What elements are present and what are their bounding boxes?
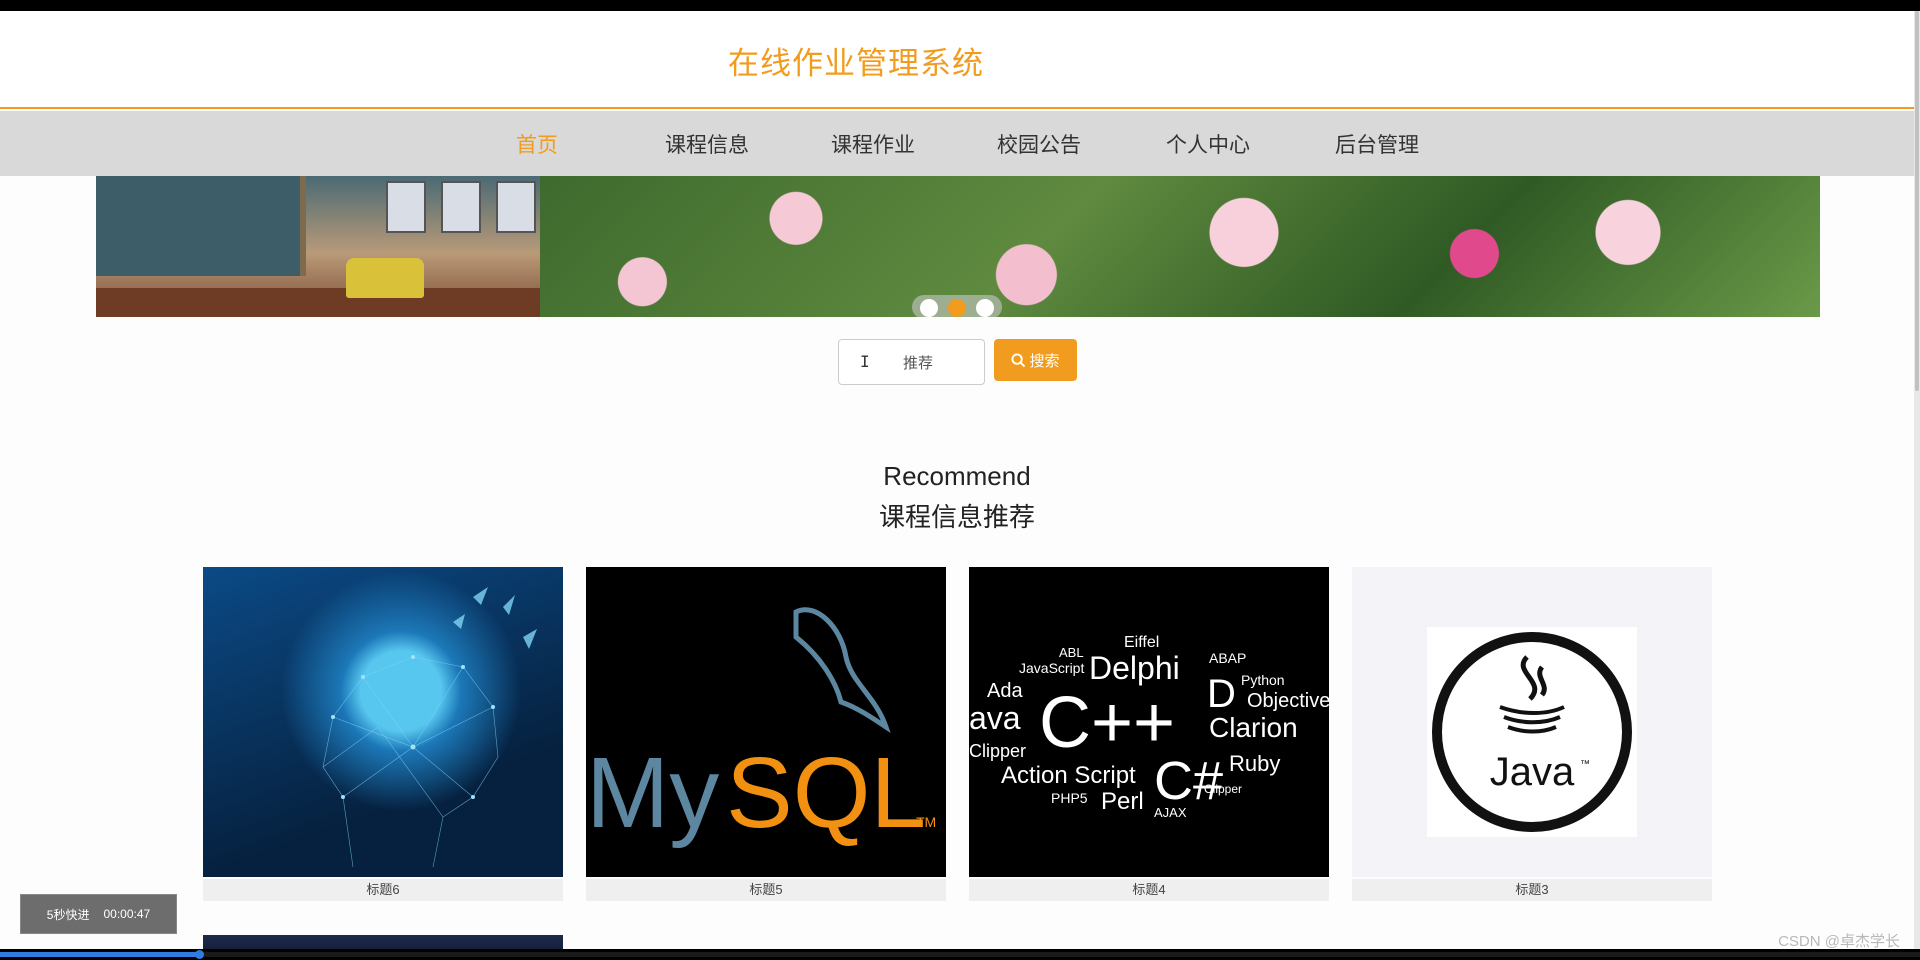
- banner-carousel[interactable]: [96, 176, 1820, 317]
- mysql-tm-text: TM: [916, 814, 936, 830]
- lang-word: ava: [969, 700, 1021, 736]
- lang-word: Clipper: [969, 741, 1026, 761]
- lang-word: Perl: [1101, 788, 1144, 815]
- lang-word: Clipper: [1204, 782, 1242, 796]
- course-card[interactable]: My SQL TM 标题5: [586, 567, 946, 913]
- lang-word: C#: [1154, 751, 1223, 811]
- lang-word: Delphi: [1089, 650, 1180, 686]
- nav-item-course-homework[interactable]: 课程作业: [831, 129, 915, 159]
- fast-forward-label[interactable]: 5秒快进: [47, 906, 90, 923]
- lang-word: Ruby: [1229, 751, 1280, 776]
- card-caption: 标题4: [969, 879, 1329, 901]
- progress-handle[interactable]: [194, 950, 204, 959]
- java-logo-image: Java ™: [1352, 567, 1712, 877]
- lang-word: Action Script: [1001, 762, 1136, 789]
- mysql-logo-image: My SQL TM: [586, 567, 946, 877]
- nav-item-personal-center[interactable]: 个人中心: [1166, 129, 1250, 159]
- scrollbar-thumb[interactable]: [1915, 11, 1919, 391]
- course-card[interactable]: Java ™ 标题3: [1352, 567, 1712, 913]
- card-caption: 标题6: [203, 879, 563, 901]
- course-card[interactable]: Eiffel ABL JavaScript Delphi ABAP Python…: [969, 567, 1329, 913]
- lang-word: ABAP: [1209, 650, 1246, 666]
- carousel-dot-1[interactable]: [920, 299, 938, 317]
- banner-peony-image: [540, 176, 1820, 317]
- lang-word: D: [1207, 672, 1236, 716]
- lang-word: Python: [1241, 672, 1285, 688]
- page-scrollbar[interactable]: [1914, 11, 1920, 949]
- page: 在线作业管理系统 首页 课程信息 课程作业 校园公告 个人中心 后台管理 I 搜…: [0, 11, 1914, 949]
- lang-word: Eiffel: [1124, 634, 1159, 651]
- mysql-my-text: My: [586, 737, 719, 849]
- mysql-sql-text: SQL: [726, 737, 926, 849]
- banner-classroom-image: [96, 176, 540, 317]
- video-progress-bar[interactable]: [0, 950, 1920, 959]
- main-nav: 首页 课程信息 课程作业 校园公告 个人中心 后台管理: [0, 111, 1914, 176]
- search-button-label: 搜索: [1029, 352, 1060, 370]
- watermark: CSDN @卓杰学长: [1778, 933, 1900, 950]
- progress-fill: [0, 952, 200, 957]
- card-caption: 标题3: [1352, 879, 1712, 901]
- search-button[interactable]: 搜索: [994, 339, 1077, 381]
- lang-word: Clarion: [1209, 712, 1298, 743]
- lang-word: Ada: [987, 680, 1023, 702]
- programming-languages-wordcloud-image: Eiffel ABL JavaScript Delphi ABAP Python…: [969, 567, 1329, 877]
- carousel-dot-2[interactable]: [948, 299, 966, 317]
- java-logo-text: Java: [1490, 750, 1575, 794]
- lang-word: Objective: [1247, 690, 1329, 712]
- lang-word: PHP5: [1051, 790, 1088, 806]
- section-title-en: Recommend: [883, 461, 1031, 491]
- lang-word: ABL: [1059, 645, 1084, 660]
- playback-time: 00:00:47: [103, 907, 151, 921]
- player-overlay: 5秒快进 00:00:47: [20, 894, 177, 934]
- site-title: 在线作业管理系统: [728, 46, 984, 81]
- carousel-dot-3[interactable]: [976, 299, 994, 317]
- brain-network-image: [203, 567, 563, 877]
- lang-word: JavaScript: [1019, 660, 1084, 676]
- next-card-image-partial: [203, 935, 563, 949]
- nav-item-course-info[interactable]: 课程信息: [665, 129, 749, 159]
- carousel-indicators: [912, 295, 1002, 317]
- card-caption: 标题5: [586, 879, 946, 901]
- nav-item-admin[interactable]: 后台管理: [1335, 129, 1419, 159]
- course-card[interactable]: 标题6: [203, 567, 563, 913]
- nav-item-home[interactable]: 首页: [516, 129, 558, 159]
- lang-word: AJAX: [1154, 805, 1187, 820]
- site-header: 在线作业管理系统: [0, 11, 1914, 109]
- java-tm-text: ™: [1580, 759, 1590, 770]
- text-cursor-icon: I: [860, 352, 870, 371]
- section-title-cn: 课程信息推荐: [878, 502, 1035, 532]
- nav-item-campus-notice[interactable]: 校园公告: [997, 129, 1081, 159]
- search-icon: [1011, 352, 1026, 367]
